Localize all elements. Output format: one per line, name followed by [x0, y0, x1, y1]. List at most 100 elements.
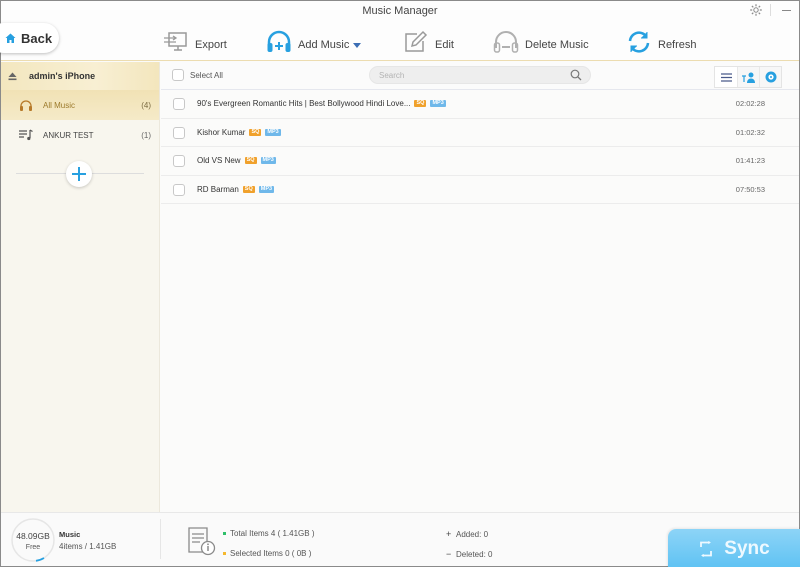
artist-view-button[interactable]	[737, 67, 759, 87]
track-title: RD Barman	[197, 184, 239, 194]
track-duration: 01:41:23	[735, 156, 765, 166]
eject-icon[interactable]	[8, 72, 17, 81]
track-title: Kishor Kumar	[197, 127, 246, 137]
album-disc-icon	[765, 71, 776, 83]
yellow-dot-icon	[223, 552, 226, 555]
select-all-control[interactable]: Select All	[172, 69, 223, 81]
add-music-headphones-icon	[267, 30, 291, 52]
track-duration: 07:50:53	[735, 184, 765, 194]
track-duration: 02:02:28	[735, 99, 765, 109]
edit-icon	[405, 30, 428, 52]
added-text: Added: 0	[456, 529, 489, 539]
row-checkbox[interactable]	[173, 126, 185, 139]
album-view-button[interactable]	[759, 67, 781, 87]
list-view-icon	[720, 72, 732, 82]
refresh-label: Refresh	[658, 39, 697, 51]
artist-view-icon	[741, 72, 755, 83]
export-button[interactable]: Export	[163, 27, 227, 57]
track-title: Old VS New	[197, 156, 241, 166]
status-bar: 48.09GB Free Music 4items / 1.41GB Total…	[1, 512, 800, 567]
total-items-text: Total Items 4 ( 1.41GB )	[230, 529, 315, 538]
track-title: 90's Evergreen Romantic Hits | Best Boll…	[197, 99, 411, 109]
deleted-stat: − Deleted: 0	[446, 549, 492, 559]
settings-gear-icon[interactable]	[749, 3, 763, 17]
music-manager-window: Music Manager Back Export Add Music Edit…	[0, 0, 800, 567]
export-label: Export	[195, 39, 227, 51]
added-stat: + Added: 0	[446, 529, 488, 539]
delete-music-label: Delete Music	[525, 39, 589, 51]
mp3-badge: MP3	[260, 157, 276, 165]
green-dot-icon	[223, 532, 226, 535]
edit-button[interactable]: Edit	[403, 27, 454, 57]
sidebar-item-count: (1)	[141, 130, 151, 140]
row-checkbox[interactable]	[173, 183, 185, 196]
add-playlist-button[interactable]	[66, 161, 92, 187]
home-icon	[5, 33, 16, 43]
music-list-panel: Select All 90's Evergreen R	[161, 62, 799, 512]
music-row[interactable]: Kishor Kumar SQ MP3 01:02:32	[161, 119, 799, 147]
footer-separator	[160, 519, 161, 559]
delete-music-headphones-icon	[493, 31, 519, 53]
free-space-value: 48.09GB	[16, 531, 50, 541]
back-button[interactable]: Back	[0, 23, 59, 53]
sidebar-item-count: (4)	[141, 100, 151, 110]
row-checkbox[interactable]	[173, 155, 185, 167]
music-row[interactable]: RD Barman SQ MP3 07:50:53	[161, 176, 799, 204]
total-items-stat: Total Items 4 ( 1.41GB )	[223, 529, 314, 538]
mp3-badge: MP3	[430, 100, 446, 108]
category-summary: 4items / 1.41GB	[59, 542, 117, 551]
sidebar-item-all-music[interactable]: All Music (4)	[1, 90, 159, 120]
select-all-checkbox[interactable]	[172, 69, 184, 81]
search-icon[interactable]	[570, 69, 582, 81]
export-icon	[164, 32, 187, 51]
delete-music-button[interactable]: Delete Music	[493, 27, 589, 57]
sidebar-item-label: All Music	[43, 100, 76, 110]
sq-badge: SQ	[249, 128, 262, 136]
document-info-icon	[188, 527, 216, 556]
selected-items-text: Selected Items 0 ( 0B )	[230, 549, 312, 558]
device-header[interactable]: admin's iPhone	[1, 62, 159, 90]
music-row[interactable]: Old VS New SQ MP3 01:41:23	[161, 147, 799, 176]
sq-badge: SQ	[414, 100, 427, 108]
add-music-button[interactable]: Add Music	[266, 27, 362, 57]
search-box	[369, 66, 591, 84]
window-title: Music Manager	[362, 5, 438, 17]
list-view-button[interactable]	[715, 67, 737, 87]
plus-icon: +	[446, 529, 452, 539]
sync-label: Sync	[724, 538, 770, 559]
title-bar: Music Manager	[1, 1, 799, 21]
row-checkbox[interactable]	[173, 98, 185, 110]
category-title: Music	[59, 530, 81, 539]
minimize-button[interactable]	[777, 3, 795, 17]
mp3-badge: MP3	[265, 128, 281, 136]
storage-gauge: 48.09GB Free	[10, 517, 56, 563]
list-header-bar: Select All	[161, 62, 799, 90]
headphones-icon	[20, 100, 32, 111]
search-input[interactable]	[379, 69, 559, 81]
sidebar-item-ankur-test[interactable]: ANKUR TEST (1)	[1, 120, 159, 150]
titlebar-separator	[770, 4, 771, 16]
back-label: Back	[21, 30, 53, 46]
playlist-icon	[19, 129, 33, 141]
sidebar-item-label: ANKUR TEST	[43, 130, 94, 140]
chevron-down-icon[interactable]	[353, 43, 362, 48]
sync-icon	[700, 541, 713, 557]
toolbar: Back Export Add Music Edit Delete Music …	[0, 21, 799, 61]
minus-icon: −	[446, 549, 452, 559]
sidebar: admin's iPhone All Music (4) ANKUR TEST …	[1, 62, 160, 512]
free-space-label: Free	[25, 544, 41, 551]
refresh-button[interactable]: Refresh	[626, 27, 697, 57]
selected-items-stat: Selected Items 0 ( 0B )	[223, 549, 311, 558]
music-row[interactable]: 90's Evergreen Romantic Hits | Best Boll…	[161, 90, 799, 119]
refresh-icon	[628, 31, 650, 53]
sq-badge: SQ	[242, 185, 255, 193]
edit-label: Edit	[435, 39, 454, 51]
deleted-text: Deleted: 0	[456, 549, 493, 559]
track-duration: 01:02:32	[735, 127, 765, 137]
select-all-label: Select All	[190, 70, 223, 80]
mp3-badge: MP3	[258, 185, 275, 193]
device-name: admin's iPhone	[29, 71, 96, 81]
sync-button[interactable]: Sync	[668, 529, 800, 567]
add-music-label: Add Music	[298, 39, 350, 51]
sq-badge: SQ	[244, 157, 257, 165]
